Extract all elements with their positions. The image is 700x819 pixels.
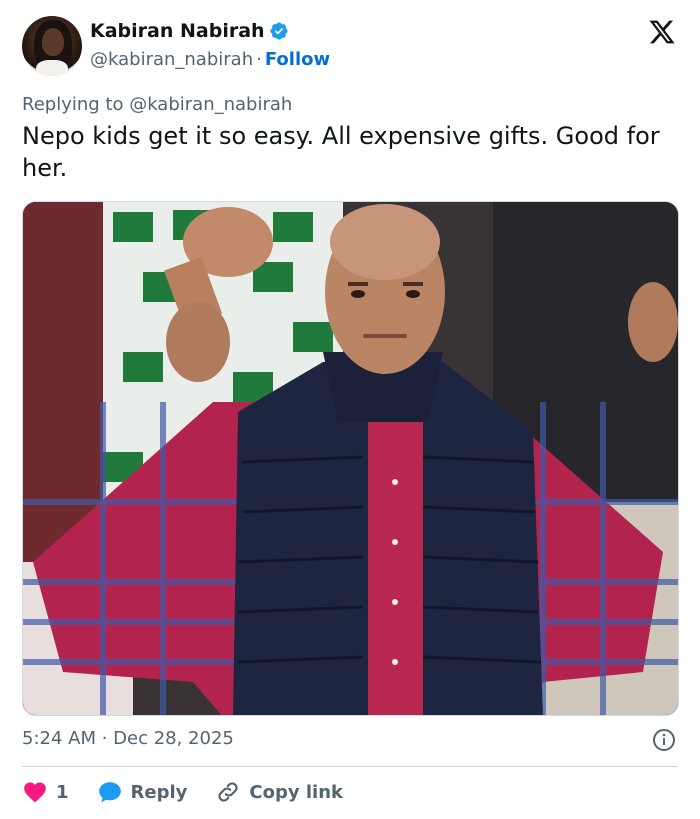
info-icon[interactable] xyxy=(652,728,676,752)
avatar[interactable] xyxy=(22,16,82,76)
author-name-row: Kabiran Nabirah xyxy=(90,20,289,42)
chat-bubble-icon xyxy=(98,782,121,803)
verified-badge-icon xyxy=(270,22,288,40)
heart-icon xyxy=(24,782,46,803)
author-name[interactable]: Kabiran Nabirah xyxy=(90,20,265,42)
author-handle[interactable]: @kabiran_nabirah xyxy=(90,49,253,70)
reply-button[interactable]: Reply xyxy=(97,779,188,805)
replying-to[interactable]: Replying to @kabiran_nabirah xyxy=(22,94,292,115)
like-button[interactable]: 1 xyxy=(22,779,69,805)
copy-link-label: Copy link xyxy=(249,781,343,803)
tweet-header: Kabiran Nabirah @kabiran_nabirah · Follow xyxy=(22,16,678,78)
separator-dot: · xyxy=(256,49,262,70)
copy-link-button[interactable]: Copy link xyxy=(215,779,343,805)
x-logo-icon[interactable] xyxy=(648,18,676,46)
divider xyxy=(22,766,678,767)
author-handle-row: @kabiran_nabirah · Follow xyxy=(90,49,330,70)
tweet-media-image[interactable] xyxy=(22,201,679,716)
link-icon xyxy=(218,782,238,802)
reply-label: Reply xyxy=(130,781,188,803)
tweet-actions: 1 Reply Copy link xyxy=(22,778,371,806)
meme-photo xyxy=(23,202,678,715)
timestamp-row: 5:24 AM · Dec 28, 2025 xyxy=(22,728,678,754)
follow-button[interactable]: Follow xyxy=(265,49,330,70)
like-count: 1 xyxy=(56,781,69,803)
tweet-text: Nepo kids get it so easy. All expensive … xyxy=(22,122,660,182)
timestamp[interactable]: 5:24 AM · Dec 28, 2025 xyxy=(22,728,234,749)
